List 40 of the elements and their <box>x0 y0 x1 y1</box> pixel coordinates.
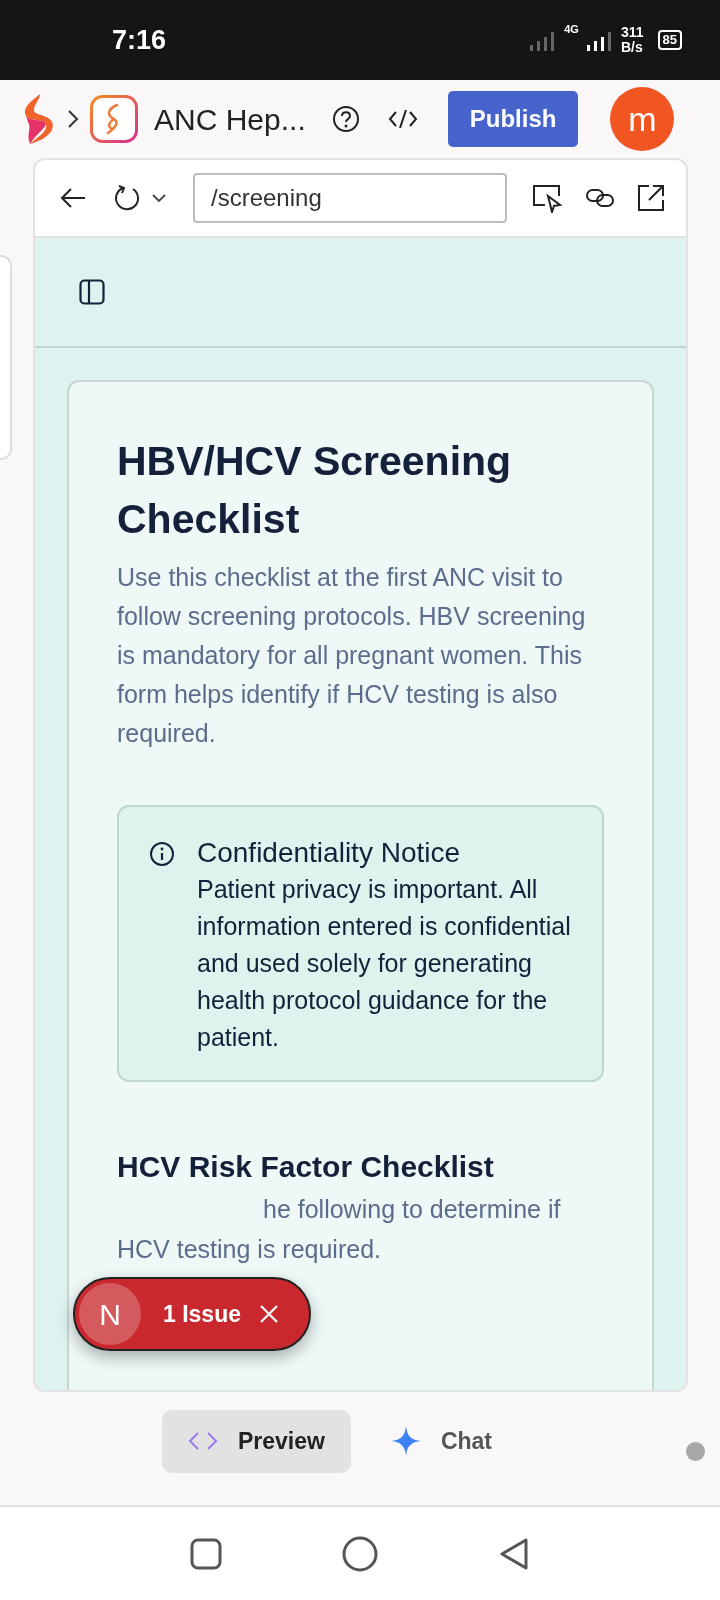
section-text: he following to determine if HCV testing is required. <box>117 1194 562 1265</box>
address-field[interactable]: /screening <box>193 173 507 223</box>
network-type: 4G <box>564 22 579 37</box>
status-time: 7:16 <box>112 23 167 57</box>
bottom-tab[interactable]: Chat <box>364 1410 519 1473</box>
close-icon[interactable] <box>259 1304 279 1324</box>
intro-paragraph: Use this checklist at the first ANC visit to follow screening protocols. HBV screening is mandatory for all pregnant women. This form helps identify if HCV testing is also required. <box>117 562 587 749</box>
code-icon[interactable] <box>387 108 418 130</box>
notice-text: Patient privacy is important. All information entered is confidential and used solely for generating health protocol guidance for the patient. <box>197 874 572 1053</box>
page-title: HBV/HCV Screening Checklist <box>117 437 513 544</box>
data-speed: 311 <box>620 25 644 40</box>
logo-letter: N <box>79 1283 141 1345</box>
app-icon[interactable] <box>90 95 138 143</box>
info-icon <box>149 841 175 867</box>
speed-unit: B/s <box>620 40 644 55</box>
reload-icon[interactable] <box>113 184 141 212</box>
sparkle-icon <box>390 1426 421 1457</box>
section-title: HCV Risk Factor Checklist <box>117 1149 495 1185</box>
signal-icon <box>530 29 557 51</box>
battery-icon: 85 <box>657 30 682 50</box>
notice-title: Confidentiality Notice <box>197 836 462 870</box>
home-icon[interactable] <box>342 1535 378 1572</box>
bottom-tab[interactable]: Preview <box>161 1410 351 1473</box>
flame-logo-icon <box>22 94 56 144</box>
project-title[interactable]: ANC Hep... <box>154 96 306 142</box>
external-link-icon[interactable] <box>637 184 665 212</box>
publish-button[interactable]: Publish <box>447 91 579 147</box>
issue-label: 1 Issue <box>163 1299 241 1329</box>
issue-badge[interactable]: N 1 Issue <box>73 1277 311 1351</box>
signal-icon <box>586 29 613 51</box>
link-icon[interactable] <box>585 187 615 209</box>
help-icon[interactable] <box>331 105 360 133</box>
back-icon[interactable] <box>498 1536 530 1571</box>
scroll-dot <box>686 1442 705 1461</box>
cursor-select-icon[interactable] <box>531 183 563 213</box>
sidebar-toggle-icon[interactable] <box>79 279 105 305</box>
chevron-down-icon[interactable] <box>151 193 167 203</box>
back-arrow-icon[interactable] <box>59 187 87 209</box>
recents-icon[interactable] <box>190 1537 222 1570</box>
chevron-right-icon <box>66 108 80 130</box>
